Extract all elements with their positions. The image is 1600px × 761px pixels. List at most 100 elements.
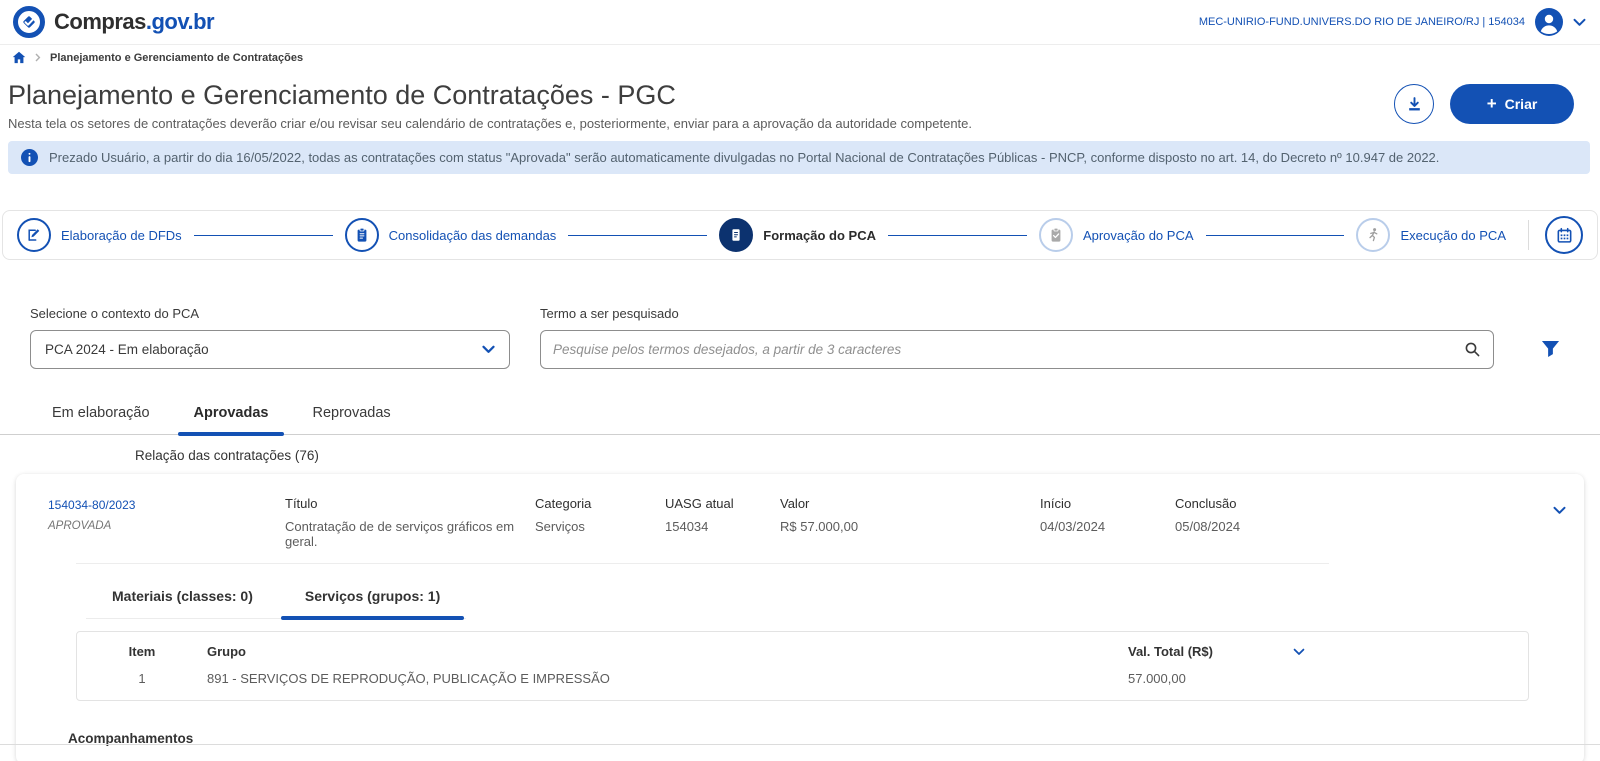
pca-context-select[interactable]: PCA 2024 - Em elaboração xyxy=(30,330,510,369)
info-alert-text: Prezado Usuário, a partir do dia 16/05/2… xyxy=(49,150,1439,165)
page-title: Planejamento e Gerenciamento de Contrata… xyxy=(8,80,972,111)
comprasgov-logo[interactable]: Compras.gov.br xyxy=(12,5,214,39)
chevron-down-icon xyxy=(482,345,495,354)
field-label: Conclusão xyxy=(1175,496,1530,511)
field-uasg-atual: UASG atual 154034 xyxy=(665,496,780,534)
user-area: MEC-UNIRIO-FUND.UNIVERS.DO RIO DE JANEIR… xyxy=(1199,8,1586,36)
info-icon xyxy=(21,149,38,166)
field-titulo: Título Contratação de de serviços gráfic… xyxy=(285,496,535,549)
contracts-count-label: Relação das contratações (76) xyxy=(135,448,1600,463)
context-select-group: Selecione o contexto do PCA PCA 2024 - E… xyxy=(30,306,510,369)
field-valor: Valor R$ 57.000,00 xyxy=(780,496,1040,534)
search-box xyxy=(540,330,1494,369)
step-label: Consolidação das demandas xyxy=(389,228,557,243)
field-label: Valor xyxy=(780,496,1030,511)
contract-id-link[interactable]: 154034-80/2023 xyxy=(48,498,135,512)
download-button[interactable] xyxy=(1394,84,1434,124)
items-table: Item Grupo Val. Total (R$) 1 891 - SERVI… xyxy=(76,631,1529,701)
contract-status-badge: APROVADA xyxy=(48,520,285,532)
breadcrumb: Planejamento e Gerenciamento de Contrata… xyxy=(0,44,1600,70)
header-item: Item xyxy=(77,644,207,659)
filter-funnel-icon xyxy=(1541,340,1560,358)
plus-icon: + xyxy=(1487,94,1497,114)
create-button[interactable]: + Criar xyxy=(1450,84,1574,124)
search-icon[interactable] xyxy=(1464,341,1481,358)
logo-text-blue: .gov.br xyxy=(146,9,214,34)
runner-icon xyxy=(1356,218,1390,252)
items-table-header: Item Grupo Val. Total (R$) xyxy=(77,644,1528,659)
comprasgov-logo-icon xyxy=(12,5,46,39)
step-label: Elaboração de DFDs xyxy=(61,228,182,243)
header-val-total: Val. Total (R$) xyxy=(1128,644,1293,659)
logo-text-dark: Compras xyxy=(54,9,146,34)
subtab-servicos[interactable]: Serviços (grupos: 1) xyxy=(279,578,466,618)
document-icon xyxy=(719,218,753,252)
pgc-page: Compras.gov.br MEC-UNIRIO-FUND.UNIVERS.D… xyxy=(0,0,1600,761)
field-label: Título xyxy=(285,496,525,511)
field-value: 05/08/2024 xyxy=(1175,519,1530,534)
field-categoria: Categoria Serviços xyxy=(535,496,665,534)
user-menu-chevron-icon[interactable] xyxy=(1573,18,1586,27)
step-label: Execução do PCA xyxy=(1400,228,1506,243)
step-formacao-pca[interactable]: Formação do PCA xyxy=(719,218,876,252)
category-subtabs: Materiais (classes: 0) Serviços (grupos:… xyxy=(86,578,466,619)
title-block: Planejamento e Gerenciamento de Contrata… xyxy=(8,80,972,131)
title-actions: + Criar xyxy=(1394,84,1574,124)
field-value: Serviços xyxy=(535,519,655,534)
breadcrumb-separator-icon xyxy=(35,53,41,62)
table-row: 1 891 - SERVIÇOS DE REPRODUÇÃO, PUBLICAÇ… xyxy=(77,671,1528,686)
pca-context-selected-value: PCA 2024 - Em elaboração xyxy=(45,342,209,357)
tab-aprovadas[interactable]: Aprovadas xyxy=(172,396,291,434)
step-aprovacao-pca[interactable]: Aprovação do PCA xyxy=(1039,218,1194,252)
clipboard-icon xyxy=(345,218,379,252)
home-icon[interactable] xyxy=(12,51,26,64)
cell-item: 1 xyxy=(77,671,207,686)
stepper-connector xyxy=(194,235,333,236)
search-label: Termo a ser pesquisado xyxy=(540,306,1494,321)
user-avatar-icon[interactable] xyxy=(1535,8,1563,36)
field-conclusao: Conclusão 05/08/2024 xyxy=(1175,496,1540,534)
field-label: Categoria xyxy=(535,496,655,511)
step-consolidacao-demandas[interactable]: Consolidação das demandas xyxy=(345,218,557,252)
field-label: UASG atual xyxy=(665,496,770,511)
collapse-row-chevron-icon[interactable] xyxy=(1553,506,1566,515)
info-alert: Prezado Usuário, a partir do dia 16/05/2… xyxy=(8,141,1590,174)
field-label: Início xyxy=(1040,496,1165,511)
bottom-divider xyxy=(0,744,1600,745)
create-button-label: Criar xyxy=(1505,96,1538,112)
step-label: Aprovação do PCA xyxy=(1083,228,1194,243)
pca-stepper: Elaboração de DFDs Consolidação das dema… xyxy=(2,210,1598,260)
field-value: 04/03/2024 xyxy=(1040,519,1165,534)
subtab-materiais[interactable]: Materiais (classes: 0) xyxy=(86,578,279,618)
calendar-icon xyxy=(1556,227,1573,244)
stepper-divider xyxy=(1528,220,1529,250)
step-elaboracao-dfds[interactable]: Elaboração de DFDs xyxy=(17,218,182,252)
breadcrumb-current[interactable]: Planejamento e Gerenciamento de Contrata… xyxy=(50,52,303,64)
cell-grupo: 891 - SERVIÇOS DE REPRODUÇÃO, PUBLICAÇÃO… xyxy=(207,671,1128,686)
filter-button[interactable] xyxy=(1530,329,1570,369)
search-input[interactable] xyxy=(553,342,1464,357)
edit-document-icon xyxy=(17,218,51,252)
field-value: 154034 xyxy=(665,519,770,534)
cell-val-total: 57.000,00 xyxy=(1128,671,1293,686)
clipboard-check-icon xyxy=(1039,218,1073,252)
download-icon xyxy=(1406,96,1423,113)
step-label: Formação do PCA xyxy=(763,228,876,243)
step-execucao-pca[interactable]: Execução do PCA xyxy=(1356,218,1506,252)
tab-em-elaboracao[interactable]: Em elaboração xyxy=(30,396,172,434)
contract-summary-row: 154034-80/2023 APROVADA Título Contrataç… xyxy=(16,488,1584,563)
table-collapse-chevron-icon[interactable] xyxy=(1293,648,1305,656)
summary-divider xyxy=(76,563,1329,564)
filters-row: Selecione o contexto do PCA PCA 2024 - E… xyxy=(0,306,1600,369)
header-grupo: Grupo xyxy=(207,644,1128,659)
stepper-connector xyxy=(568,235,707,236)
page-subtitle: Nesta tela os setores de contratações de… xyxy=(8,116,972,131)
tab-reprovadas[interactable]: Reprovadas xyxy=(290,396,412,434)
app-header: Compras.gov.br MEC-UNIRIO-FUND.UNIVERS.D… xyxy=(0,0,1600,44)
title-row: Planejamento e Gerenciamento de Contrata… xyxy=(0,70,1600,131)
calendar-button[interactable] xyxy=(1545,216,1583,254)
comprasgov-logo-text: Compras.gov.br xyxy=(54,9,214,35)
user-organization-label: MEC-UNIRIO-FUND.UNIVERS.DO RIO DE JANEIR… xyxy=(1199,16,1525,28)
field-inicio: Início 04/03/2024 xyxy=(1040,496,1175,534)
search-group: Termo a ser pesquisado xyxy=(540,306,1494,369)
